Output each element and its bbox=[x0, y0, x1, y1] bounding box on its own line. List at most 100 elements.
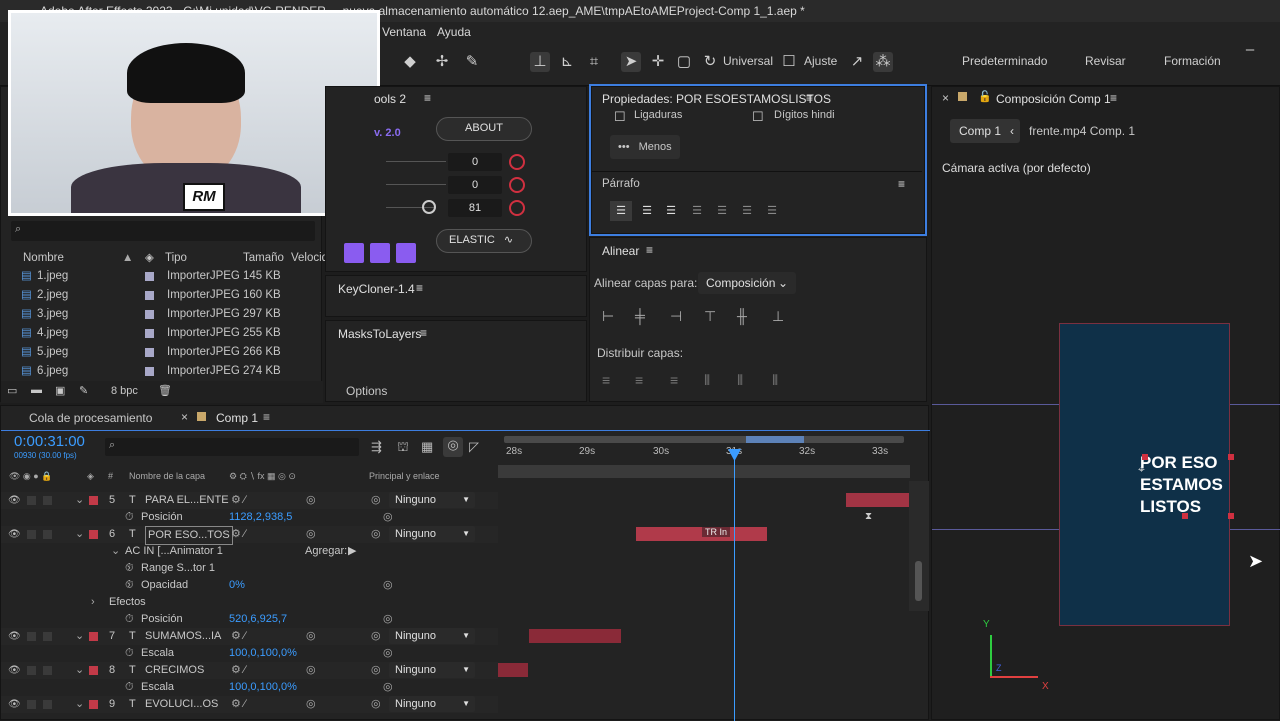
justify-right-icon[interactable]: ☰ bbox=[736, 201, 758, 221]
eye-icon[interactable]: 👁 bbox=[8, 628, 21, 645]
label-col-icon[interactable]: ◈ bbox=[145, 249, 154, 268]
workspace-review[interactable]: Revisar bbox=[1085, 54, 1126, 68]
tab-render-queue[interactable]: Cola de procesamiento bbox=[29, 411, 152, 425]
layer-switches-icon[interactable]: ⚙ ∕ bbox=[231, 628, 246, 645]
eye-icon[interactable]: 👁 bbox=[8, 696, 21, 713]
table-row[interactable]: 👁 ⌄ 8 T CRECIMOS ⚙ ∕ ◎ ◎ Ninguno bbox=[1, 662, 498, 679]
col-speed[interactable]: Velocid bbox=[291, 249, 328, 268]
eye-icon[interactable]: 👁 bbox=[8, 492, 21, 509]
layer-search-input[interactable]: ⌕ bbox=[105, 438, 359, 456]
digitos-checkbox[interactable]: ☐ bbox=[752, 109, 764, 125]
twirl-open-icon[interactable]: ⌄ bbox=[75, 696, 84, 713]
twirl-icon[interactable]: ⌄ bbox=[111, 543, 120, 560]
property-value[interactable]: 1128,2,938,5 bbox=[229, 509, 292, 526]
selection-arrow-icon[interactable]: ➤ bbox=[621, 52, 641, 72]
pickwhip-icon[interactable]: ◎ bbox=[371, 526, 381, 543]
align-right-icon[interactable]: ☰ bbox=[660, 201, 682, 221]
ligaduras-checkbox[interactable]: ☐ bbox=[614, 109, 626, 125]
layer-name[interactable]: CRECIMOS bbox=[145, 662, 204, 679]
table-row[interactable]: ⏱ Posición 1128,2,938,5 ◎ bbox=[1, 509, 498, 526]
minimize-icon[interactable]: – bbox=[1240, 40, 1260, 60]
list-item[interactable]: ▤ 5.jpeg ImporterJPEG 266 KB bbox=[1, 343, 323, 362]
panel-menu-icon[interactable]: ≡ bbox=[424, 91, 431, 105]
elastic-button[interactable]: ELASTIC ∿ bbox=[436, 229, 532, 253]
stopwatch-icon[interactable]: ⏱ bbox=[125, 679, 134, 696]
motion-blur-switch-icon[interactable]: ◎ bbox=[306, 628, 316, 645]
solo-box[interactable] bbox=[27, 530, 36, 539]
pickwhip-icon[interactable]: ◎ bbox=[371, 662, 381, 679]
motion-blur-switch-icon[interactable]: ◎ bbox=[306, 492, 316, 509]
property-value[interactable]: 100,0,100,0% bbox=[229, 645, 297, 662]
stopwatch-icon[interactable]: ⏱ bbox=[125, 645, 134, 662]
align-h-center-icon[interactable]: ╪ bbox=[635, 308, 645, 324]
panel-menu-icon[interactable]: ≡ bbox=[416, 281, 423, 295]
motion-blur-icon[interactable]: ◎ bbox=[443, 437, 463, 457]
layer-switches-icon[interactable]: ⚙ ∕ bbox=[231, 696, 246, 713]
ajuste-checkbox[interactable]: ☐ bbox=[779, 52, 799, 72]
layer-switches-icon[interactable]: ⚙ ∕ bbox=[231, 492, 246, 509]
preset-swatch-3[interactable] bbox=[396, 243, 416, 263]
panel-menu-icon[interactable]: ≡ bbox=[806, 91, 813, 105]
expression-icon[interactable]: ◎ bbox=[383, 577, 393, 594]
table-row[interactable]: ⏱ Posición 520,6,925,7 ◎ bbox=[1, 611, 498, 628]
frame-blend-icon[interactable]: ▦ bbox=[421, 439, 433, 455]
stopwatch-icon[interactable]: ⏱ bbox=[125, 577, 134, 594]
layer-bar-8[interactable] bbox=[498, 663, 528, 677]
solo-box[interactable] bbox=[27, 700, 36, 709]
value-field-2[interactable]: 0 bbox=[448, 176, 502, 194]
shy-icon[interactable]: ⛫ bbox=[397, 439, 409, 457]
stopwatch-icon[interactable]: ⏱ bbox=[125, 509, 134, 526]
sort-arrow-icon[interactable]: ▲ bbox=[122, 249, 133, 268]
timecode-display[interactable]: 0:00:31:00 bbox=[14, 433, 85, 450]
justify-left-icon[interactable]: ☰ bbox=[686, 201, 708, 221]
table-row[interactable]: ⏱ Escala 100,0,100,0% ◎ bbox=[1, 679, 498, 696]
preset-swatch-2[interactable] bbox=[370, 243, 390, 263]
parent-dropdown[interactable]: Ninguno bbox=[389, 492, 475, 508]
bbox-handle[interactable] bbox=[1142, 454, 1148, 460]
layer-switches-icon[interactable]: ⚙ ∕ bbox=[231, 526, 246, 543]
table-row[interactable]: › ⏱ Opacidad 0% ◎ bbox=[1, 577, 498, 594]
layer-name[interactable]: SUMAMOS...IA bbox=[145, 628, 221, 645]
lock-box[interactable] bbox=[43, 700, 52, 709]
expression-icon[interactable]: ◎ bbox=[383, 645, 393, 662]
agregar-label[interactable]: Agregar: bbox=[305, 543, 347, 560]
interpret-icon[interactable]: ▭ bbox=[7, 384, 17, 397]
col-layer-name[interactable]: Nombre de la capa bbox=[129, 468, 205, 484]
motion-blur-switch-icon[interactable]: ◎ bbox=[306, 696, 316, 713]
lock-box[interactable] bbox=[43, 496, 52, 505]
slider-knob[interactable] bbox=[422, 200, 436, 214]
comp-tab-title[interactable]: Composición Comp 1 bbox=[996, 92, 1111, 106]
move-icon[interactable]: ✛ bbox=[648, 52, 668, 72]
lock-icon[interactable]: 🔓 bbox=[978, 90, 992, 103]
rotate-icon[interactable]: ↻ bbox=[700, 52, 720, 72]
value-field-3[interactable]: 81 bbox=[448, 199, 502, 217]
about-button[interactable]: ABOUT bbox=[436, 117, 532, 141]
col-size[interactable]: Tamaño bbox=[243, 249, 284, 268]
solo-box[interactable] bbox=[27, 666, 36, 675]
graph-editor-icon[interactable]: ◸ bbox=[469, 439, 479, 455]
view-axis-icon[interactable]: ⌗ bbox=[584, 52, 604, 72]
col-name[interactable]: Nombre bbox=[23, 249, 64, 268]
preset-swatch-1[interactable] bbox=[344, 243, 364, 263]
grid-snap-icon[interactable]: ⁂ bbox=[873, 52, 893, 72]
work-area-bar[interactable] bbox=[504, 436, 904, 443]
align-right-edges-icon[interactable]: ⊣ bbox=[670, 308, 682, 325]
timeline-scrollbar[interactable] bbox=[909, 481, 929, 611]
eye-icon[interactable]: 👁 bbox=[8, 526, 21, 543]
list-item[interactable]: ▤ 6.jpeg ImporterJPEG 274 KB bbox=[1, 362, 323, 381]
align-bottom-edges-icon[interactable]: ⊥ bbox=[772, 308, 784, 325]
align-center-icon[interactable]: ☰ bbox=[636, 201, 658, 221]
layer-bar-7[interactable] bbox=[529, 629, 621, 643]
align-left-icon[interactable]: ☰ bbox=[610, 201, 632, 221]
add-icon[interactable]: ▶ bbox=[348, 543, 356, 560]
folder-icon[interactable]: ▬ bbox=[31, 384, 42, 396]
workspace-learning[interactable]: Formación bbox=[1164, 54, 1221, 68]
layer-name[interactable]: EVOLUCI...OS bbox=[145, 696, 218, 713]
distribute-left-icon[interactable]: ⦀ bbox=[704, 372, 710, 389]
parent-dropdown[interactable]: Ninguno bbox=[389, 696, 475, 712]
close-icon[interactable]: × bbox=[181, 410, 188, 424]
menu-ventana[interactable]: Ventana bbox=[382, 25, 426, 39]
comp-text-layer[interactable]: POR ESO ESTAMOS LISTOS bbox=[1140, 452, 1230, 518]
label-col-icon[interactable]: ◈ bbox=[87, 468, 94, 484]
eye-icon[interactable]: 👁 bbox=[8, 662, 21, 679]
